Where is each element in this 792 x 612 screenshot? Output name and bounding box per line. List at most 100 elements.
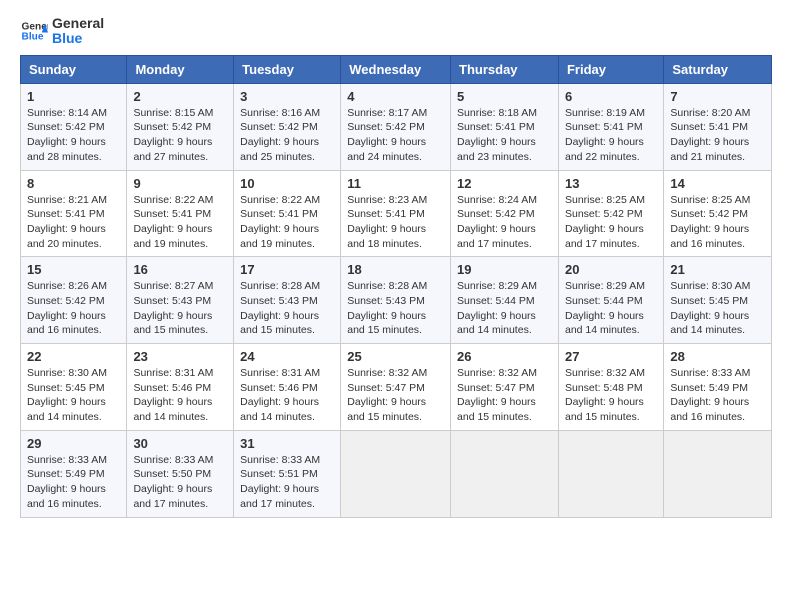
day-number: 7 [670, 89, 765, 104]
day-number: 30 [133, 436, 227, 451]
day-number: 8 [27, 176, 120, 191]
day-number: 17 [240, 262, 334, 277]
calendar-cell: 20 Sunrise: 8:29 AMSunset: 5:44 PMDaylig… [558, 257, 663, 344]
day-info: Sunrise: 8:25 AMSunset: 5:42 PMDaylight:… [670, 194, 750, 250]
calendar-cell: 19 Sunrise: 8:29 AMSunset: 5:44 PMDaylig… [451, 257, 559, 344]
calendar-cell: 30 Sunrise: 8:33 AMSunset: 5:50 PMDaylig… [127, 430, 234, 517]
calendar-cell: 16 Sunrise: 8:27 AMSunset: 5:43 PMDaylig… [127, 257, 234, 344]
day-number: 15 [27, 262, 120, 277]
calendar-cell: 7 Sunrise: 8:20 AMSunset: 5:41 PMDayligh… [664, 83, 772, 170]
day-info: Sunrise: 8:16 AMSunset: 5:42 PMDaylight:… [240, 107, 320, 163]
day-info: Sunrise: 8:23 AMSunset: 5:41 PMDaylight:… [347, 194, 427, 250]
day-number: 25 [347, 349, 444, 364]
day-number: 5 [457, 89, 552, 104]
calendar-cell: 12 Sunrise: 8:24 AMSunset: 5:42 PMDaylig… [451, 170, 559, 257]
day-number: 26 [457, 349, 552, 364]
day-number: 29 [27, 436, 120, 451]
calendar-cell: 17 Sunrise: 8:28 AMSunset: 5:43 PMDaylig… [234, 257, 341, 344]
calendar-header-row: SundayMondayTuesdayWednesdayThursdayFrid… [21, 55, 772, 83]
day-info: Sunrise: 8:32 AMSunset: 5:47 PMDaylight:… [457, 367, 537, 423]
day-info: Sunrise: 8:24 AMSunset: 5:42 PMDaylight:… [457, 194, 537, 250]
day-info: Sunrise: 8:29 AMSunset: 5:44 PMDaylight:… [565, 280, 645, 336]
day-number: 22 [27, 349, 120, 364]
calendar-cell: 8 Sunrise: 8:21 AMSunset: 5:41 PMDayligh… [21, 170, 127, 257]
calendar-cell: 21 Sunrise: 8:30 AMSunset: 5:45 PMDaylig… [664, 257, 772, 344]
calendar-cell: 29 Sunrise: 8:33 AMSunset: 5:49 PMDaylig… [21, 430, 127, 517]
calendar-cell: 25 Sunrise: 8:32 AMSunset: 5:47 PMDaylig… [341, 344, 451, 431]
logo-icon: General Blue [20, 17, 48, 45]
calendar-cell: 3 Sunrise: 8:16 AMSunset: 5:42 PMDayligh… [234, 83, 341, 170]
day-info: Sunrise: 8:29 AMSunset: 5:44 PMDaylight:… [457, 280, 537, 336]
day-number: 3 [240, 89, 334, 104]
calendar-week-4: 22 Sunrise: 8:30 AMSunset: 5:45 PMDaylig… [21, 344, 772, 431]
day-info: Sunrise: 8:33 AMSunset: 5:49 PMDaylight:… [27, 454, 107, 510]
day-number: 10 [240, 176, 334, 191]
calendar-cell: 28 Sunrise: 8:33 AMSunset: 5:49 PMDaylig… [664, 344, 772, 431]
day-number: 27 [565, 349, 657, 364]
col-header-wednesday: Wednesday [341, 55, 451, 83]
day-number: 1 [27, 89, 120, 104]
day-number: 11 [347, 176, 444, 191]
day-info: Sunrise: 8:33 AMSunset: 5:49 PMDaylight:… [670, 367, 750, 423]
header: General Blue General Blue [20, 16, 772, 47]
calendar-cell: 31 Sunrise: 8:33 AMSunset: 5:51 PMDaylig… [234, 430, 341, 517]
day-info: Sunrise: 8:22 AMSunset: 5:41 PMDaylight:… [240, 194, 320, 250]
calendar-cell: 15 Sunrise: 8:26 AMSunset: 5:42 PMDaylig… [21, 257, 127, 344]
calendar-week-2: 8 Sunrise: 8:21 AMSunset: 5:41 PMDayligh… [21, 170, 772, 257]
day-number: 9 [133, 176, 227, 191]
calendar-cell: 14 Sunrise: 8:25 AMSunset: 5:42 PMDaylig… [664, 170, 772, 257]
day-info: Sunrise: 8:14 AMSunset: 5:42 PMDaylight:… [27, 107, 107, 163]
day-info: Sunrise: 8:31 AMSunset: 5:46 PMDaylight:… [133, 367, 213, 423]
day-info: Sunrise: 8:27 AMSunset: 5:43 PMDaylight:… [133, 280, 213, 336]
day-info: Sunrise: 8:22 AMSunset: 5:41 PMDaylight:… [133, 194, 213, 250]
day-number: 21 [670, 262, 765, 277]
day-number: 18 [347, 262, 444, 277]
page: General Blue General Blue SundayMondayTu… [0, 0, 792, 538]
day-info: Sunrise: 8:31 AMSunset: 5:46 PMDaylight:… [240, 367, 320, 423]
day-info: Sunrise: 8:28 AMSunset: 5:43 PMDaylight:… [240, 280, 320, 336]
col-header-thursday: Thursday [451, 55, 559, 83]
calendar-table: SundayMondayTuesdayWednesdayThursdayFrid… [20, 55, 772, 518]
calendar-cell: 2 Sunrise: 8:15 AMSunset: 5:42 PMDayligh… [127, 83, 234, 170]
day-info: Sunrise: 8:21 AMSunset: 5:41 PMDaylight:… [27, 194, 107, 250]
calendar-cell: 13 Sunrise: 8:25 AMSunset: 5:42 PMDaylig… [558, 170, 663, 257]
calendar-week-1: 1 Sunrise: 8:14 AMSunset: 5:42 PMDayligh… [21, 83, 772, 170]
calendar-cell: 24 Sunrise: 8:31 AMSunset: 5:46 PMDaylig… [234, 344, 341, 431]
col-header-tuesday: Tuesday [234, 55, 341, 83]
calendar-week-3: 15 Sunrise: 8:26 AMSunset: 5:42 PMDaylig… [21, 257, 772, 344]
day-info: Sunrise: 8:15 AMSunset: 5:42 PMDaylight:… [133, 107, 213, 163]
calendar-cell [451, 430, 559, 517]
calendar-cell: 27 Sunrise: 8:32 AMSunset: 5:48 PMDaylig… [558, 344, 663, 431]
day-info: Sunrise: 8:30 AMSunset: 5:45 PMDaylight:… [27, 367, 107, 423]
day-info: Sunrise: 8:17 AMSunset: 5:42 PMDaylight:… [347, 107, 427, 163]
day-info: Sunrise: 8:32 AMSunset: 5:48 PMDaylight:… [565, 367, 645, 423]
day-info: Sunrise: 8:18 AMSunset: 5:41 PMDaylight:… [457, 107, 537, 163]
day-info: Sunrise: 8:28 AMSunset: 5:43 PMDaylight:… [347, 280, 427, 336]
day-number: 24 [240, 349, 334, 364]
calendar-cell: 11 Sunrise: 8:23 AMSunset: 5:41 PMDaylig… [341, 170, 451, 257]
calendar-cell: 1 Sunrise: 8:14 AMSunset: 5:42 PMDayligh… [21, 83, 127, 170]
day-number: 2 [133, 89, 227, 104]
calendar-cell: 10 Sunrise: 8:22 AMSunset: 5:41 PMDaylig… [234, 170, 341, 257]
day-number: 20 [565, 262, 657, 277]
logo-blue: Blue [52, 31, 104, 46]
col-header-saturday: Saturday [664, 55, 772, 83]
day-info: Sunrise: 8:30 AMSunset: 5:45 PMDaylight:… [670, 280, 750, 336]
day-number: 19 [457, 262, 552, 277]
day-number: 28 [670, 349, 765, 364]
day-info: Sunrise: 8:19 AMSunset: 5:41 PMDaylight:… [565, 107, 645, 163]
day-number: 12 [457, 176, 552, 191]
day-number: 4 [347, 89, 444, 104]
calendar-cell [558, 430, 663, 517]
day-info: Sunrise: 8:32 AMSunset: 5:47 PMDaylight:… [347, 367, 427, 423]
col-header-monday: Monday [127, 55, 234, 83]
col-header-sunday: Sunday [21, 55, 127, 83]
day-number: 13 [565, 176, 657, 191]
calendar-cell [664, 430, 772, 517]
day-info: Sunrise: 8:20 AMSunset: 5:41 PMDaylight:… [670, 107, 750, 163]
calendar-cell [341, 430, 451, 517]
svg-text:Blue: Blue [22, 32, 44, 43]
calendar-cell: 18 Sunrise: 8:28 AMSunset: 5:43 PMDaylig… [341, 257, 451, 344]
day-info: Sunrise: 8:25 AMSunset: 5:42 PMDaylight:… [565, 194, 645, 250]
day-info: Sunrise: 8:33 AMSunset: 5:51 PMDaylight:… [240, 454, 320, 510]
